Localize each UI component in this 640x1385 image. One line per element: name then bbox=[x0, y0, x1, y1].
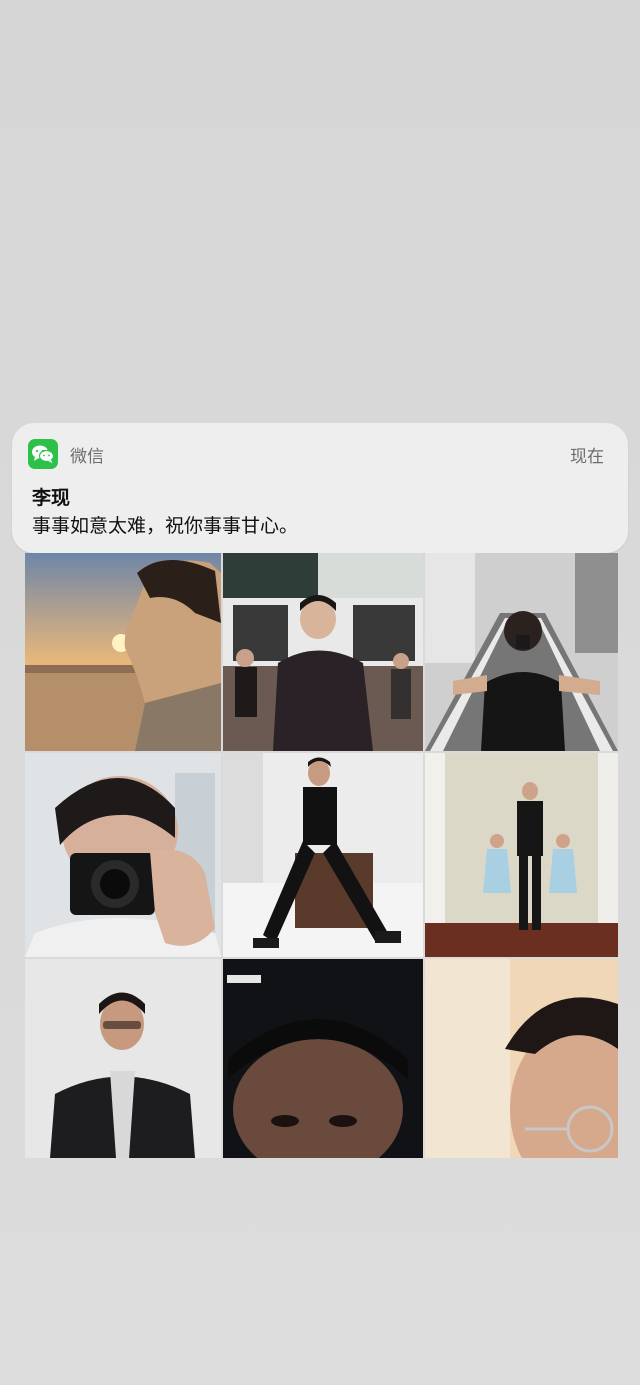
photo-sitting-white-room[interactable] bbox=[223, 753, 423, 957]
photo-twins-hallway[interactable] bbox=[425, 753, 618, 957]
message-text: 事事如意太难，祝你事事甘心。 bbox=[32, 515, 299, 537]
photo-mirror-camera[interactable] bbox=[25, 753, 221, 957]
photo-street-sign[interactable] bbox=[223, 553, 423, 751]
wechat-icon bbox=[28, 439, 58, 469]
photo-dark-selfie[interactable] bbox=[223, 959, 423, 1158]
app-name: 微信 bbox=[70, 446, 104, 467]
photo-leather-jacket[interactable] bbox=[25, 959, 221, 1158]
notification-time: 现在 bbox=[570, 446, 604, 467]
photo-grid bbox=[25, 553, 618, 1158]
photo-sunset-profile[interactable] bbox=[25, 553, 221, 751]
notification-header: 微信 现在 bbox=[28, 438, 604, 470]
photo-glasses-closeup[interactable] bbox=[425, 959, 618, 1158]
notification-banner[interactable]: 微信 现在 李现 事事如意太难，祝你事事甘心。 bbox=[12, 423, 628, 553]
photo-street-camera[interactable] bbox=[425, 553, 618, 751]
sender-name: 李现 bbox=[32, 487, 71, 509]
